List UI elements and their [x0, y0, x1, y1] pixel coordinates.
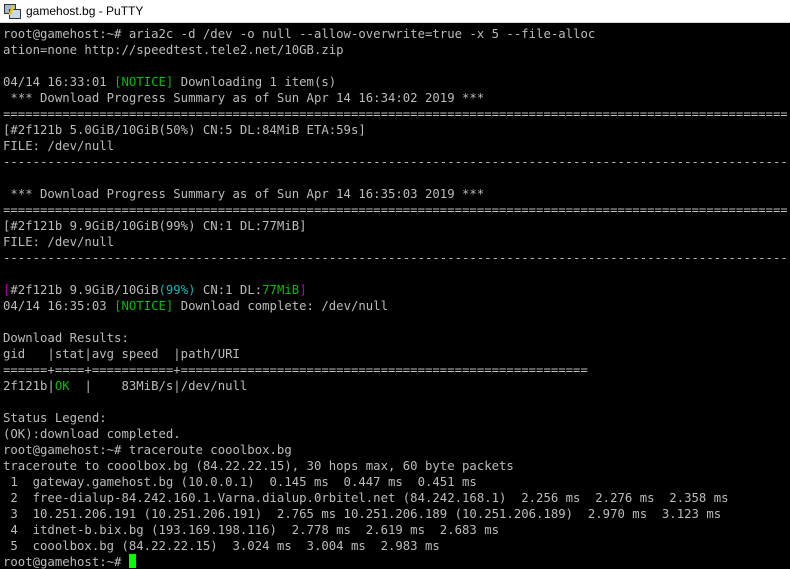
- terminal-line: ======+====+===========+================…: [3, 363, 588, 377]
- terminal-line: FILE: /dev/null: [3, 139, 115, 153]
- terminal-line: [#2f121b 9.9GiB/10GiB(99%) CN:1 DL:77MiB…: [3, 283, 307, 297]
- putty-icon[interactable]: [4, 3, 21, 19]
- terminal-line: [#2f121b 9.9GiB/10GiB(99%) CN:1 DL:77MiB…: [3, 219, 307, 233]
- terminal-line: root@gamehost:~#: [3, 554, 787, 569]
- terminal-line: root@gamehost:~# traceroute cooolbox.bg: [3, 443, 292, 457]
- putty-window: gamehost.bg - PuTTY root@gamehost:~# ari…: [0, 0, 790, 569]
- terminal-line: gid |stat|avg speed |path/URI: [3, 347, 240, 361]
- terminal-line: Download Results:: [3, 331, 129, 345]
- terminal-line: 3 10.251.206.191 (10.251.206.191) 2.765 …: [3, 507, 722, 521]
- terminal-line: root@gamehost:~# aria2c -d /dev -o null …: [3, 27, 596, 41]
- terminal-line: 5 cooolbox.bg (84.22.22.15) 3.024 ms 3.0…: [3, 539, 440, 553]
- terminal-line: ----------------------------------------…: [3, 251, 787, 265]
- terminal-line: 4 itdnet-b.bix.bg (193.169.198.116) 2.77…: [3, 523, 500, 537]
- terminal-line: *** Download Progress Summary as of Sun …: [3, 187, 485, 201]
- title-bar[interactable]: gamehost.bg - PuTTY: [0, 0, 790, 23]
- terminal-line: ation=none http://speedtest.tele2.net/10…: [3, 43, 344, 57]
- terminal-line: 04/14 16:33:01 [NOTICE] Downloading 1 it…: [3, 75, 337, 89]
- terminal-line: 2 free-dialup-84.242.160.1.Varna.dialup.…: [3, 491, 729, 505]
- terminal-line: ----------------------------------------…: [3, 155, 787, 169]
- terminal-line: traceroute to cooolbox.bg (84.22.22.15),…: [3, 459, 514, 473]
- terminal-line: ========================================…: [3, 203, 787, 217]
- window-title: gamehost.bg - PuTTY: [26, 4, 144, 18]
- terminal-line: 04/14 16:35:03 [NOTICE] Download complet…: [3, 299, 388, 313]
- terminal-line: FILE: /dev/null: [3, 235, 115, 249]
- cursor: [128, 554, 136, 568]
- terminal-line: Status Legend:: [3, 411, 107, 425]
- terminal-line: [#2f121b 5.0GiB/10GiB(50%) CN:5 DL:84MiB…: [3, 123, 366, 137]
- terminal-line: (OK):download completed.: [3, 427, 181, 441]
- terminal-line: *** Download Progress Summary as of Sun …: [3, 91, 485, 105]
- terminal-line: ========================================…: [3, 107, 787, 121]
- terminal-output[interactable]: root@gamehost:~# aria2c -d /dev -o null …: [3, 26, 787, 569]
- terminal-line: 1 gateway.gamehost.bg (10.0.0.1) 0.145 m…: [3, 475, 477, 489]
- terminal-line: 2f121b|OK | 83MiB/s|/dev/null: [3, 379, 248, 393]
